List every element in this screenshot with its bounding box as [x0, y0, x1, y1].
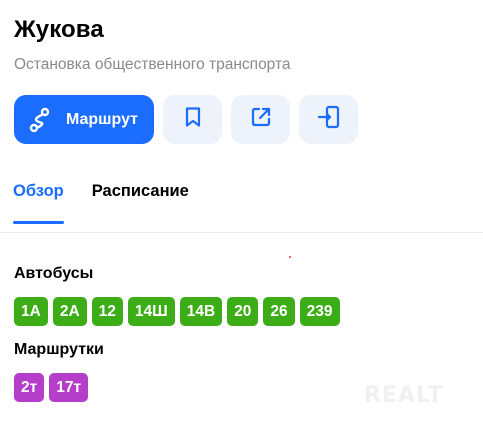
bus-route-badge[interactable]: 2А	[52, 297, 87, 326]
send-to-phone-button[interactable]	[299, 95, 358, 144]
route-button[interactable]: Маршрут	[14, 95, 154, 144]
stop-subtitle: Остановка общественного транспорта	[14, 56, 291, 73]
red-dot	[289, 256, 291, 258]
minibus-routes: 2т 17т	[14, 373, 89, 402]
route-button-label: Маршрут	[65, 110, 139, 128]
bookmark-icon	[182, 106, 204, 133]
bus-routes: 1А 2А 12 14Ш 14В 20 26 239	[14, 297, 340, 326]
watermark-logo: REALT	[364, 383, 444, 408]
share-icon	[250, 106, 272, 133]
bus-route-badge[interactable]: 239	[299, 297, 340, 326]
action-bar: Маршрут	[14, 95, 358, 144]
bus-route-badge[interactable]: 26	[263, 297, 295, 326]
minibuses-label: Маршрутки	[14, 341, 104, 358]
stop-title: Жукова	[14, 16, 104, 43]
bus-route-badge[interactable]: 1А	[14, 297, 48, 326]
buses-label: Автобусы	[14, 265, 94, 282]
share-button[interactable]	[231, 95, 290, 144]
tab-schedule[interactable]: Расписание	[92, 182, 189, 214]
route-icon	[28, 107, 54, 133]
bus-route-badge[interactable]: 14В	[179, 297, 223, 326]
bus-route-badge[interactable]: 12	[91, 297, 123, 326]
tab-bar: Обзор Расписание	[13, 182, 189, 224]
bus-route-badge[interactable]: 20	[227, 297, 259, 326]
bookmark-button[interactable]	[163, 95, 222, 144]
minibus-route-badge[interactable]: 17т	[49, 373, 89, 402]
minibus-route-badge[interactable]: 2т	[14, 373, 45, 402]
send-to-phone-icon	[317, 105, 341, 134]
tab-divider	[0, 232, 483, 233]
tab-overview[interactable]: Обзор	[13, 182, 64, 224]
bus-route-badge[interactable]: 14Ш	[127, 297, 175, 326]
